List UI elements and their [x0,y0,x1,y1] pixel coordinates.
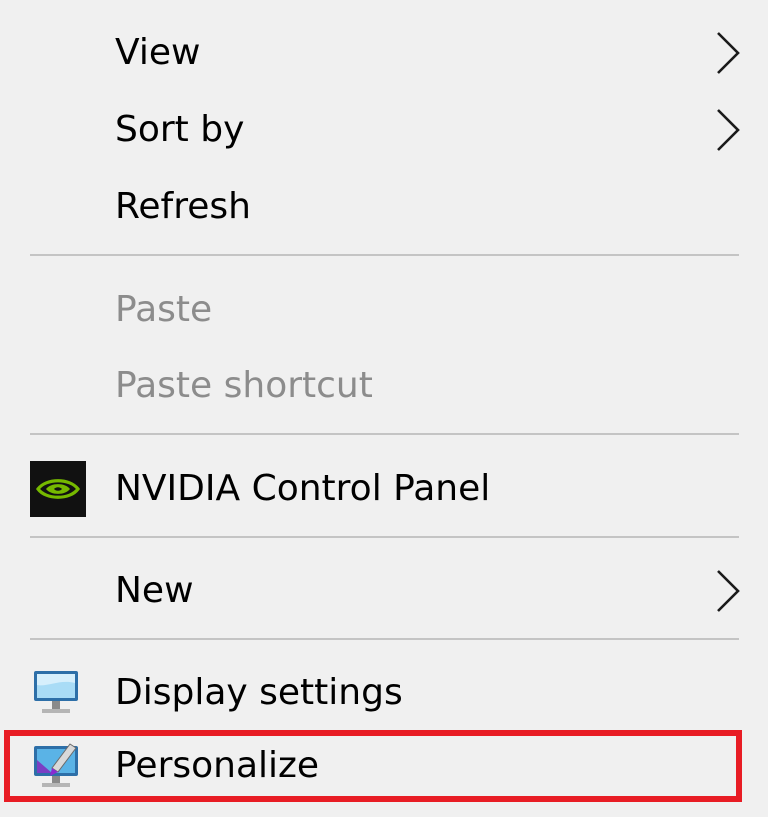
menu-item-sort-by[interactable]: Sort by [0,95,768,165]
menu-item-personalize[interactable]: Personalize [0,731,768,801]
menu-item-label: Paste [115,289,213,330]
display-settings-icon [34,671,78,713]
chevron-right-icon [717,32,740,74]
menu-item-label: Display settings [115,672,403,713]
menu-item-label: NVIDIA Control Panel [115,468,491,509]
nvidia-icon [30,461,86,517]
menu-item-refresh[interactable]: Refresh [0,172,768,242]
menu-item-label: Sort by [115,109,245,150]
menu-item-display-settings[interactable]: Display settings [0,658,768,728]
menu-separator [30,536,739,538]
menu-item-paste-shortcut[interactable]: Paste shortcut [0,351,768,421]
menu-item-label: Personalize [115,745,320,786]
desktop-context-menu: View Sort by Refresh Paste Paste shortcu… [0,0,768,817]
chevron-right-icon [717,570,740,612]
personalize-icon [34,743,78,787]
menu-item-new[interactable]: New [0,556,768,626]
menu-item-label: Refresh [115,186,251,227]
chevron-right-icon [717,109,740,151]
menu-item-label: Paste shortcut [115,365,373,406]
menu-item-view[interactable]: View [0,18,768,88]
menu-item-nvidia-control-panel[interactable]: NVIDIA Control Panel [0,454,768,524]
menu-separator [30,433,739,435]
menu-item-label: View [115,32,201,73]
menu-separator [30,254,739,256]
menu-item-label: New [115,570,194,611]
menu-item-paste[interactable]: Paste [0,275,768,345]
menu-separator [30,638,739,640]
